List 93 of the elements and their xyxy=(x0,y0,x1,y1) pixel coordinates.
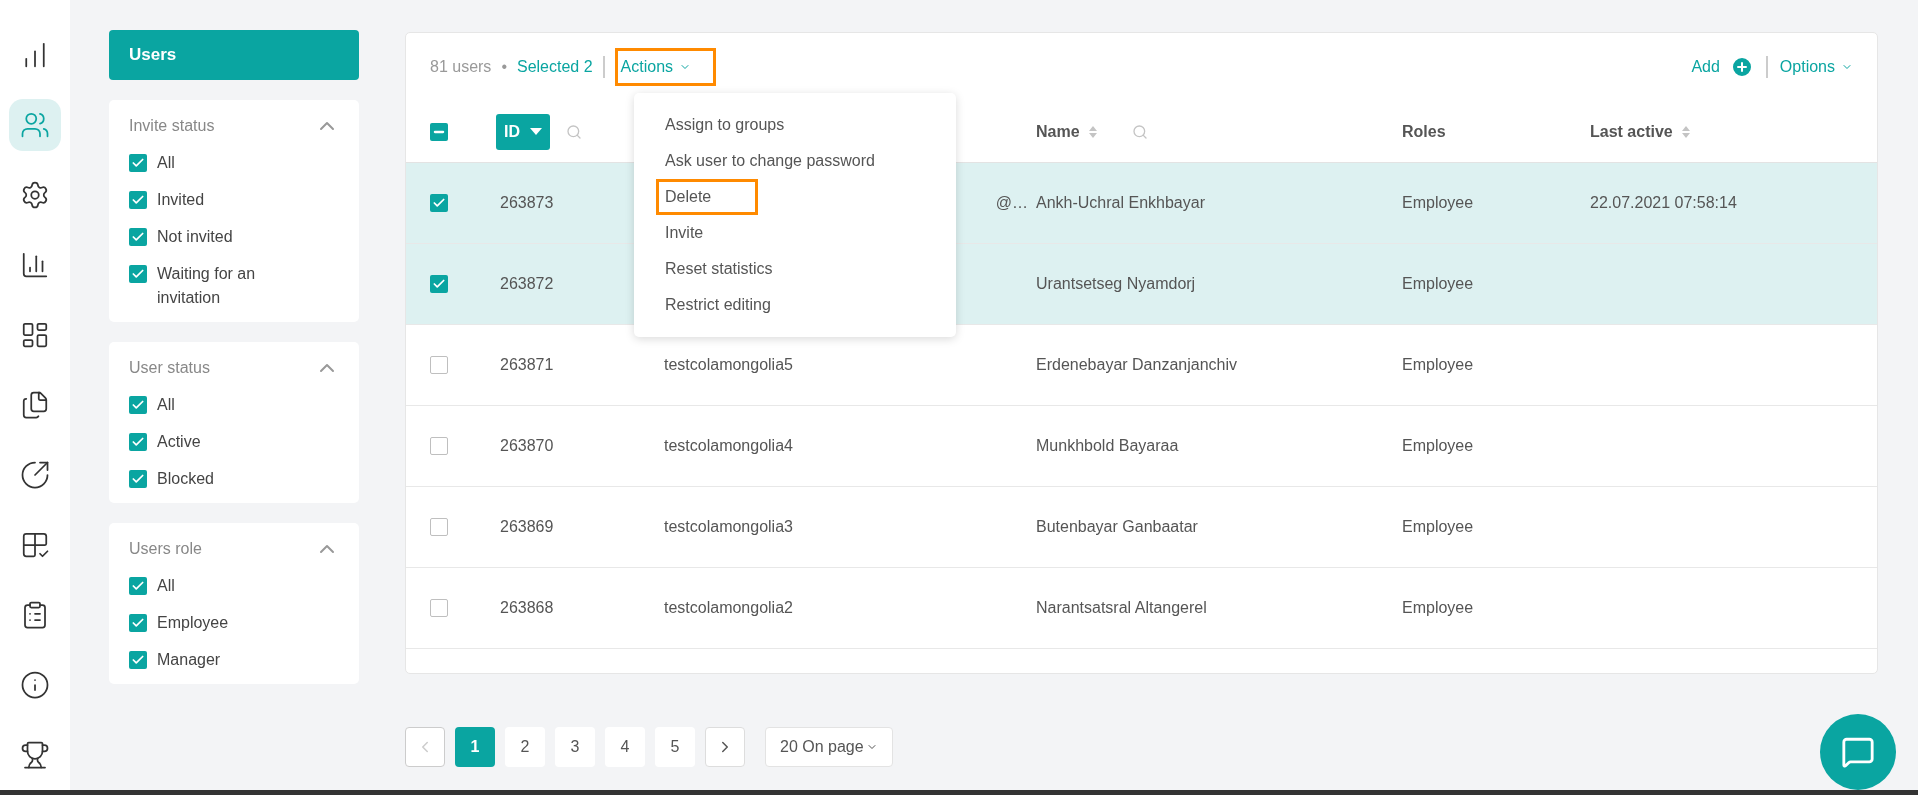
checkbox[interactable] xyxy=(129,265,147,283)
name-cell-text: Narantsatsral Altangerel xyxy=(1036,598,1207,618)
menu-item[interactable]: Restrict editing xyxy=(656,287,780,323)
filter-option-label: Blocked xyxy=(157,469,215,489)
name-cell-text: Butenbayar Ganbaatar xyxy=(1036,517,1198,537)
filter-title: Users role xyxy=(129,539,202,559)
role-cell-text: Employee xyxy=(1402,274,1474,294)
checkbox[interactable] xyxy=(430,356,448,374)
id-cell-text: 263873 xyxy=(499,193,554,213)
role-cell-text: Employee xyxy=(1402,355,1474,375)
name-cell-text: Erdenebayar Danzanjanchiv xyxy=(1036,355,1237,375)
role-cell-text: Employee xyxy=(1402,436,1474,456)
filter-option-label: Manager xyxy=(157,650,222,670)
apps-check-icon xyxy=(20,530,50,560)
chat-icon xyxy=(1841,735,1875,769)
login-cell-text: testcolamongolia5 xyxy=(664,355,793,375)
login-cell-text: testcolamongolia4 xyxy=(664,436,793,456)
arrow-circle-icon xyxy=(20,460,50,490)
checkmark-icon xyxy=(131,653,145,667)
trophy-icon xyxy=(20,740,50,770)
checkbox[interactable] xyxy=(129,191,147,209)
checkbox[interactable] xyxy=(129,470,147,488)
name-cell-text: Munkhbold Bayaraa xyxy=(1036,436,1179,456)
checkbox[interactable] xyxy=(430,437,448,455)
checkbox[interactable] xyxy=(129,154,147,172)
checkmark-icon xyxy=(432,196,446,210)
checkbox[interactable] xyxy=(430,275,448,293)
id-cell-text: 263871 xyxy=(499,355,554,375)
user-count: 81 users xyxy=(430,57,492,77)
checkmark-icon xyxy=(131,435,145,449)
filter-option-label: Invited xyxy=(157,190,206,210)
login-cell-text: testcolamongolia3 xyxy=(664,517,793,537)
page-button[interactable]: 3 xyxy=(555,727,595,767)
checkmark-icon xyxy=(131,267,145,281)
menu-item[interactable]: Reset statistics xyxy=(656,251,782,287)
menu-item[interactable]: Assign to groups xyxy=(656,107,794,143)
id-cell-text: 263868 xyxy=(499,598,554,618)
checkbox[interactable] xyxy=(430,599,448,617)
checkbox[interactable] xyxy=(129,614,147,632)
filter-option-label: All xyxy=(157,153,176,173)
page-button[interactable]: 5 xyxy=(655,727,695,767)
separator-dot: • xyxy=(501,57,507,77)
role-cell-text: Employee xyxy=(1402,193,1474,213)
page-button[interactable]: 4 xyxy=(605,727,645,767)
checkmark-icon xyxy=(131,398,145,412)
filter-option-label: All xyxy=(157,395,176,415)
role-cell-text: Employee xyxy=(1402,598,1474,618)
checkmark-icon xyxy=(131,230,145,244)
column-header: Name xyxy=(1036,121,1080,142)
checkbox[interactable] xyxy=(430,122,448,141)
filter-option-label: Not invited xyxy=(157,227,234,247)
caret-down-icon xyxy=(530,127,542,136)
checkmark-icon xyxy=(432,277,446,291)
filter-title: User status xyxy=(129,358,210,378)
per-page-dropdown[interactable]: 20 On page xyxy=(765,727,893,767)
checkbox[interactable] xyxy=(430,194,448,212)
dashboard-icon xyxy=(20,320,50,350)
checkbox[interactable] xyxy=(129,396,147,414)
filter-option-label: Waiting for an invitation xyxy=(157,264,257,308)
filter-title: Invite status xyxy=(129,116,215,136)
name-cell-text: Urantsetseg Nyamdorj xyxy=(1036,274,1196,294)
login-cell-text: @… xyxy=(995,193,1028,213)
filter-option-label: Active xyxy=(157,432,202,452)
info-icon xyxy=(20,670,50,700)
filter-option-label: Employee xyxy=(157,613,230,633)
id-cell-text: 263870 xyxy=(499,436,554,456)
checkbox[interactable] xyxy=(129,651,147,669)
id-cell-text: 263872 xyxy=(499,274,554,294)
checkbox[interactable] xyxy=(129,577,147,595)
search-icon[interactable] xyxy=(1131,123,1148,140)
settings-icon xyxy=(20,180,50,210)
checkbox[interactable] xyxy=(129,433,147,451)
menu-item[interactable]: Delete xyxy=(656,179,759,215)
bar-chart-icon xyxy=(20,250,50,280)
role-cell-text: Employee xyxy=(1402,517,1474,537)
checkmark-icon xyxy=(131,156,145,170)
checkmark-icon xyxy=(131,579,145,593)
documents-icon xyxy=(20,390,50,420)
checkmark-icon xyxy=(131,616,145,630)
name-cell-text: Ankh-Uchral Enkhbayar xyxy=(1036,193,1205,213)
users-icon xyxy=(20,110,50,140)
checkmark-icon xyxy=(131,472,145,486)
last-active-cell-text: 22.07.2021 07:58:14 xyxy=(1590,193,1737,213)
column-header: Roles xyxy=(1402,121,1446,142)
checkbox[interactable] xyxy=(129,228,147,246)
checkmark-icon xyxy=(131,193,145,207)
id-cell-text: 263869 xyxy=(499,517,554,537)
login-cell-text: testcolamongolia2 xyxy=(664,598,793,618)
filter-option-label: All xyxy=(157,576,176,596)
checkbox[interactable] xyxy=(430,518,448,536)
column-header: Last active xyxy=(1590,121,1673,142)
search-icon[interactable] xyxy=(566,123,582,140)
page-button[interactable]: 2 xyxy=(505,727,545,767)
